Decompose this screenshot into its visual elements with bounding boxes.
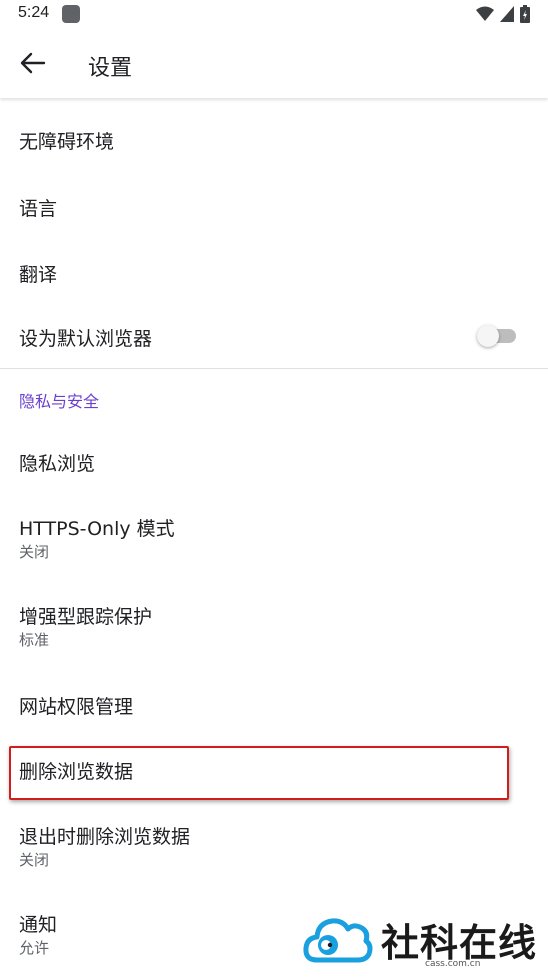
settings-item-title: 删除浏览数据 [19, 761, 134, 783]
section-header-privacy: 隐私与安全 [19, 392, 100, 411]
signal-icon [500, 6, 514, 22]
settings-item-title: 隐私浏览 [19, 453, 96, 475]
page-title: 设置 [88, 56, 133, 81]
settings-item-subtitle: 标准 [19, 631, 50, 649]
toggle-thumb [477, 325, 499, 347]
settings-item-translation[interactable]: 翻译 [0, 240, 548, 302]
battery-icon [520, 5, 530, 23]
status-icons [476, 5, 530, 23]
settings-item-title: 网站权限管理 [19, 696, 134, 718]
back-button[interactable] [14, 48, 50, 78]
section-divider [0, 368, 548, 369]
settings-item-title: HTTPS-Only 模式 [19, 518, 175, 540]
settings-item-title: 退出时删除浏览数据 [19, 826, 191, 848]
arrow-left-icon [20, 52, 46, 74]
settings-item-default-browser[interactable]: 设为默认浏览器 [0, 302, 548, 368]
wifi-icon [476, 6, 494, 21]
settings-item-accessibility[interactable]: 无障碍环境 [0, 98, 548, 180]
settings-item-delete-on-quit[interactable]: 退出时删除浏览数据 关闭 [0, 802, 548, 890]
settings-item-title: 语言 [19, 198, 58, 220]
settings-item-site-permissions[interactable]: 网站权限管理 [0, 668, 548, 740]
settings-item-title: 翻译 [19, 264, 58, 286]
app-notification-icon [62, 5, 80, 23]
settings-item-tracking-protection[interactable]: 增强型跟踪保护 标准 [0, 578, 548, 668]
settings-item-delete-browsing-data[interactable]: 删除浏览数据 [0, 740, 548, 802]
settings-item-subtitle: 关闭 [19, 543, 50, 561]
status-time: 5:24 [18, 4, 50, 21]
settings-item-private-browsing[interactable]: 隐私浏览 [0, 428, 548, 492]
settings-item-title: 增强型跟踪保护 [19, 606, 153, 628]
status-bar: 5:24 [0, 0, 548, 28]
settings-item-https-only[interactable]: HTTPS-Only 模式 关闭 [0, 492, 548, 578]
settings-item-subtitle: 关闭 [19, 851, 50, 869]
settings-item-subtitle: 允许 [19, 939, 50, 957]
watermark-url: cass.com.cn [425, 959, 481, 969]
settings-item-title: 无障碍环境 [19, 131, 115, 153]
cloud-logo-icon [303, 918, 373, 963]
app-bar: 设置 [0, 28, 548, 98]
settings-item-title: 设为默认浏览器 [19, 328, 153, 350]
settings-item-title: 通知 [19, 914, 58, 936]
watermark: 社科在线 cass.com.cn [297, 898, 548, 978]
default-browser-toggle[interactable] [476, 323, 518, 349]
settings-item-language[interactable]: 语言 [0, 180, 548, 240]
